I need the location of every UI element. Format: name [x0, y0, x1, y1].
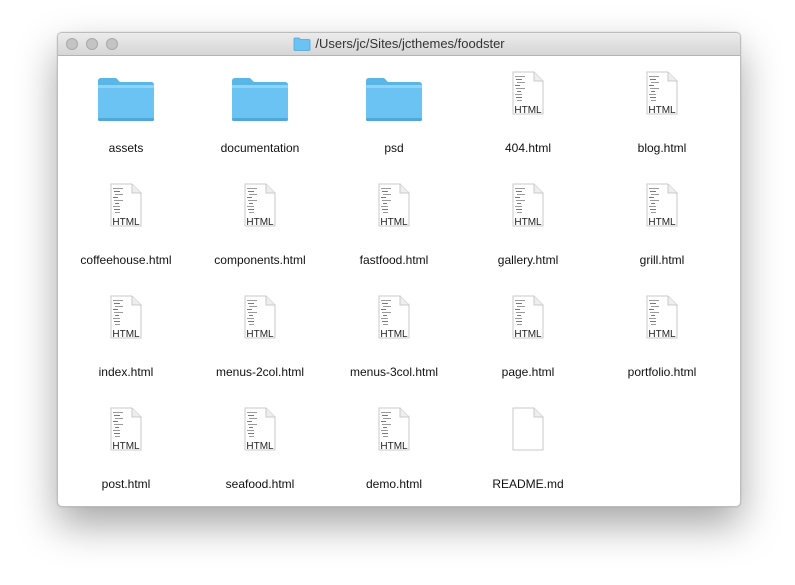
- finder-window: /Users/jc/Sites/jcthemes/foodster assets…: [57, 32, 741, 507]
- file-name-label: README.md: [492, 477, 564, 491]
- file-name-label: menus-2col.html: [215, 365, 305, 379]
- file-type-tag: HTML: [112, 329, 140, 340]
- file-item[interactable]: HTML demo.html: [327, 399, 461, 506]
- folder-icon: [293, 37, 311, 55]
- file-item[interactable]: HTML index.html: [59, 287, 193, 397]
- window-title-text: /Users/jc/Sites/jcthemes/foodster: [315, 36, 505, 51]
- file-item[interactable]: README.md: [461, 399, 595, 506]
- file-item[interactable]: HTML menus-3col.html: [327, 287, 461, 397]
- file-name-label: seafood.html: [225, 477, 295, 491]
- file-type-tag: HTML: [648, 217, 676, 228]
- html-document-icon: HTML: [364, 181, 424, 239]
- html-document-icon: HTML: [96, 405, 156, 463]
- folder-icon: [230, 73, 290, 131]
- folder-icon: [96, 73, 156, 131]
- file-item[interactable]: documentation: [193, 63, 327, 173]
- text-document-icon: [498, 405, 558, 463]
- file-name-label: gallery.html: [497, 253, 559, 267]
- html-document-icon: HTML: [96, 293, 156, 351]
- file-type-tag: HTML: [648, 105, 676, 116]
- html-document-icon: HTML: [364, 405, 424, 463]
- file-name-label: fastfood.html: [359, 253, 429, 267]
- file-type-tag: HTML: [380, 329, 408, 340]
- file-name-label: coffeehouse.html: [80, 253, 172, 267]
- file-name-label: index.html: [98, 365, 154, 379]
- file-item[interactable]: HTML blog.html: [595, 63, 729, 173]
- file-item[interactable]: HTML 404.html: [461, 63, 595, 173]
- file-name-label: documentation: [220, 141, 300, 155]
- file-type-tag: HTML: [648, 329, 676, 340]
- file-type-tag: HTML: [246, 441, 274, 452]
- file-name-label: assets: [108, 141, 144, 155]
- file-grid: assets documentation psd HTML 404.html HT…: [58, 55, 740, 506]
- html-document-icon: HTML: [498, 181, 558, 239]
- file-item[interactable]: HTML gallery.html: [461, 175, 595, 285]
- file-item[interactable]: psd: [327, 63, 461, 173]
- file-type-tag: HTML: [380, 441, 408, 452]
- file-item[interactable]: assets: [59, 63, 193, 173]
- file-name-label: grill.html: [639, 253, 685, 267]
- title-bar[interactable]: /Users/jc/Sites/jcthemes/foodster: [58, 33, 740, 56]
- html-document-icon: HTML: [498, 293, 558, 351]
- html-document-icon: HTML: [632, 293, 692, 351]
- file-type-tag: HTML: [514, 329, 542, 340]
- file-type-tag: HTML: [514, 217, 542, 228]
- file-name-label: components.html: [214, 253, 306, 267]
- file-item[interactable]: HTML post.html: [59, 399, 193, 506]
- html-document-icon: HTML: [230, 181, 290, 239]
- file-type-tag: HTML: [514, 105, 542, 116]
- file-item[interactable]: HTML menus-2col.html: [193, 287, 327, 397]
- html-document-icon: HTML: [632, 181, 692, 239]
- file-type-tag: HTML: [246, 217, 274, 228]
- html-document-icon: HTML: [96, 181, 156, 239]
- html-document-icon: HTML: [498, 69, 558, 127]
- file-name-label: post.html: [101, 477, 151, 491]
- file-name-label: page.html: [501, 365, 555, 379]
- html-document-icon: HTML: [364, 293, 424, 351]
- folder-icon: [364, 73, 424, 131]
- file-name-label: blog.html: [637, 141, 687, 155]
- file-item[interactable]: HTML seafood.html: [193, 399, 327, 506]
- file-type-tag: HTML: [112, 441, 140, 452]
- file-item[interactable]: HTML components.html: [193, 175, 327, 285]
- file-item[interactable]: HTML fastfood.html: [327, 175, 461, 285]
- html-document-icon: HTML: [230, 293, 290, 351]
- html-document-icon: HTML: [632, 69, 692, 127]
- file-name-label: psd: [384, 141, 404, 155]
- file-name-label: 404.html: [504, 141, 552, 155]
- file-item[interactable]: HTML coffeehouse.html: [59, 175, 193, 285]
- file-type-tag: HTML: [380, 217, 408, 228]
- file-name-label: menus-3col.html: [349, 365, 439, 379]
- file-name-label: portfolio.html: [627, 365, 697, 379]
- file-item[interactable]: HTML grill.html: [595, 175, 729, 285]
- html-document-icon: HTML: [230, 405, 290, 463]
- window-title: /Users/jc/Sites/jcthemes/foodster: [58, 36, 740, 55]
- file-name-label: demo.html: [365, 477, 423, 491]
- file-type-tag: HTML: [112, 217, 140, 228]
- file-item[interactable]: HTML portfolio.html: [595, 287, 729, 397]
- file-type-tag: HTML: [246, 329, 274, 340]
- file-item[interactable]: HTML page.html: [461, 287, 595, 397]
